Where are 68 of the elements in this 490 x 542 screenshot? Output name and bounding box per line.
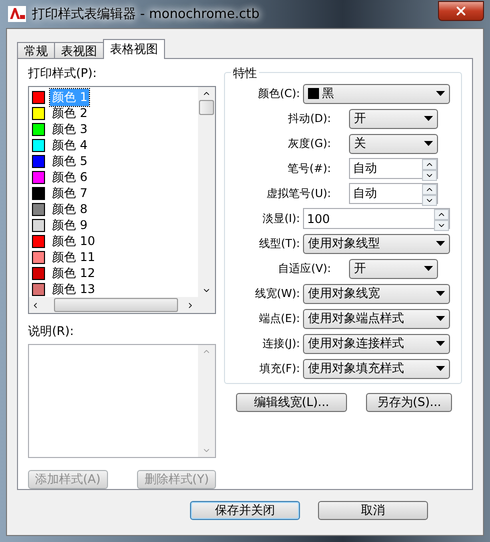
spinner-field[interactable]: 100 xyxy=(303,208,450,229)
dropdown[interactable]: 开 xyxy=(349,108,438,128)
tab[interactable]: 常规 xyxy=(17,42,55,59)
list-item[interactable]: 颜色 12 xyxy=(50,264,98,282)
list-item[interactable]: 颜色 10 xyxy=(50,232,98,250)
list-item[interactable]: 颜色 8 xyxy=(50,200,90,218)
field-label: 淡显(I): xyxy=(261,211,301,226)
field-label: 连接(J): xyxy=(261,336,301,351)
field-label: 灰度(G): xyxy=(287,136,332,151)
caret-icon xyxy=(424,116,433,121)
dropdown[interactable]: 黑 xyxy=(303,84,450,104)
caret-icon xyxy=(436,316,445,321)
list-item[interactable]: 颜色 6 xyxy=(50,168,90,186)
list-item[interactable]: 颜色 3 xyxy=(50,120,90,138)
dropdown[interactable]: 使用对象填充样式 xyxy=(303,358,450,378)
scroll-down-icon[interactable] xyxy=(202,286,211,295)
property-button[interactable]: 编辑线宽(L)... xyxy=(236,393,347,412)
horizontal-scrollbar[interactable] xyxy=(29,297,215,313)
field-label: 笔号(#): xyxy=(286,161,332,176)
footer-button[interactable]: 保存并关闭 xyxy=(190,501,300,520)
window-title: 打印样式表编辑器 - monochrome.ctb xyxy=(32,6,260,23)
description-label: 说明(R): xyxy=(28,322,75,340)
list-item[interactable]: 颜色 2 xyxy=(50,104,90,122)
scroll-thumb[interactable] xyxy=(54,298,178,312)
close-button[interactable] xyxy=(438,1,484,21)
list-item[interactable]: 颜色 11 xyxy=(50,248,98,266)
list-item[interactable]: 颜色 9 xyxy=(50,216,90,234)
group-title: 特性 xyxy=(231,65,259,82)
list-item[interactable]: 颜色 13 xyxy=(50,280,98,298)
dropdown[interactable]: 使用对象连接样式 xyxy=(303,334,450,354)
field-label: 自适应(V): xyxy=(277,261,332,276)
field-label: 端点(E): xyxy=(258,311,301,326)
field-label: 虚拟笔号(U): xyxy=(266,186,332,201)
vertical-scrollbar[interactable] xyxy=(198,87,215,297)
list-item[interactable]: 颜色 4 xyxy=(50,136,90,154)
dropdown[interactable]: 使用对象线宽 xyxy=(303,284,450,304)
caret-icon xyxy=(436,291,445,296)
caret-icon xyxy=(436,341,445,346)
scroll-left-icon[interactable] xyxy=(31,300,40,310)
scroll-up-icon[interactable] xyxy=(202,89,211,98)
list-item[interactable]: 颜色 7 xyxy=(50,184,90,202)
dropdown[interactable]: 使用对象端点样式 xyxy=(303,308,450,328)
dropdown[interactable]: 关 xyxy=(349,134,438,154)
footer-button[interactable]: 取消 xyxy=(318,501,428,520)
caret-icon xyxy=(436,366,445,371)
close-icon[interactable] xyxy=(454,4,468,18)
field-label: 抖动(D): xyxy=(287,111,332,126)
description-field[interactable] xyxy=(28,344,216,458)
plot-style-list[interactable]: 颜色 1 颜色 2 颜色 3 颜色 4 颜色 5 颜色 6 颜色 7 颜色 8 颜色 9 颜色 10 颜色 11 颜色 12 颜色 13 xyxy=(28,86,216,314)
tab[interactable]: 表格视图 xyxy=(103,39,165,59)
field-label: 填充(F): xyxy=(258,361,301,376)
tab[interactable]: 表视图 xyxy=(54,42,104,59)
spinner-field[interactable]: 自动 xyxy=(349,183,438,204)
field-label: 线宽(W): xyxy=(254,286,301,301)
field-label: 线型(T): xyxy=(258,236,301,251)
caret-icon xyxy=(436,241,445,246)
caret-icon xyxy=(424,266,433,271)
list-item[interactable]: 颜色 5 xyxy=(50,152,90,170)
list-label: 打印样式(P): xyxy=(28,65,98,82)
app-icon xyxy=(8,6,26,22)
field-label: 颜色(C): xyxy=(257,86,301,101)
spinner-field[interactable]: 自动 xyxy=(349,158,438,179)
dropdown[interactable]: 开 xyxy=(349,258,438,278)
caret-icon xyxy=(436,91,445,96)
dropdown[interactable]: 使用对象线型 xyxy=(303,234,450,254)
scroll-thumb[interactable] xyxy=(199,100,214,115)
caret-icon xyxy=(424,141,433,146)
property-button[interactable]: 另存为(S)... xyxy=(366,393,452,412)
